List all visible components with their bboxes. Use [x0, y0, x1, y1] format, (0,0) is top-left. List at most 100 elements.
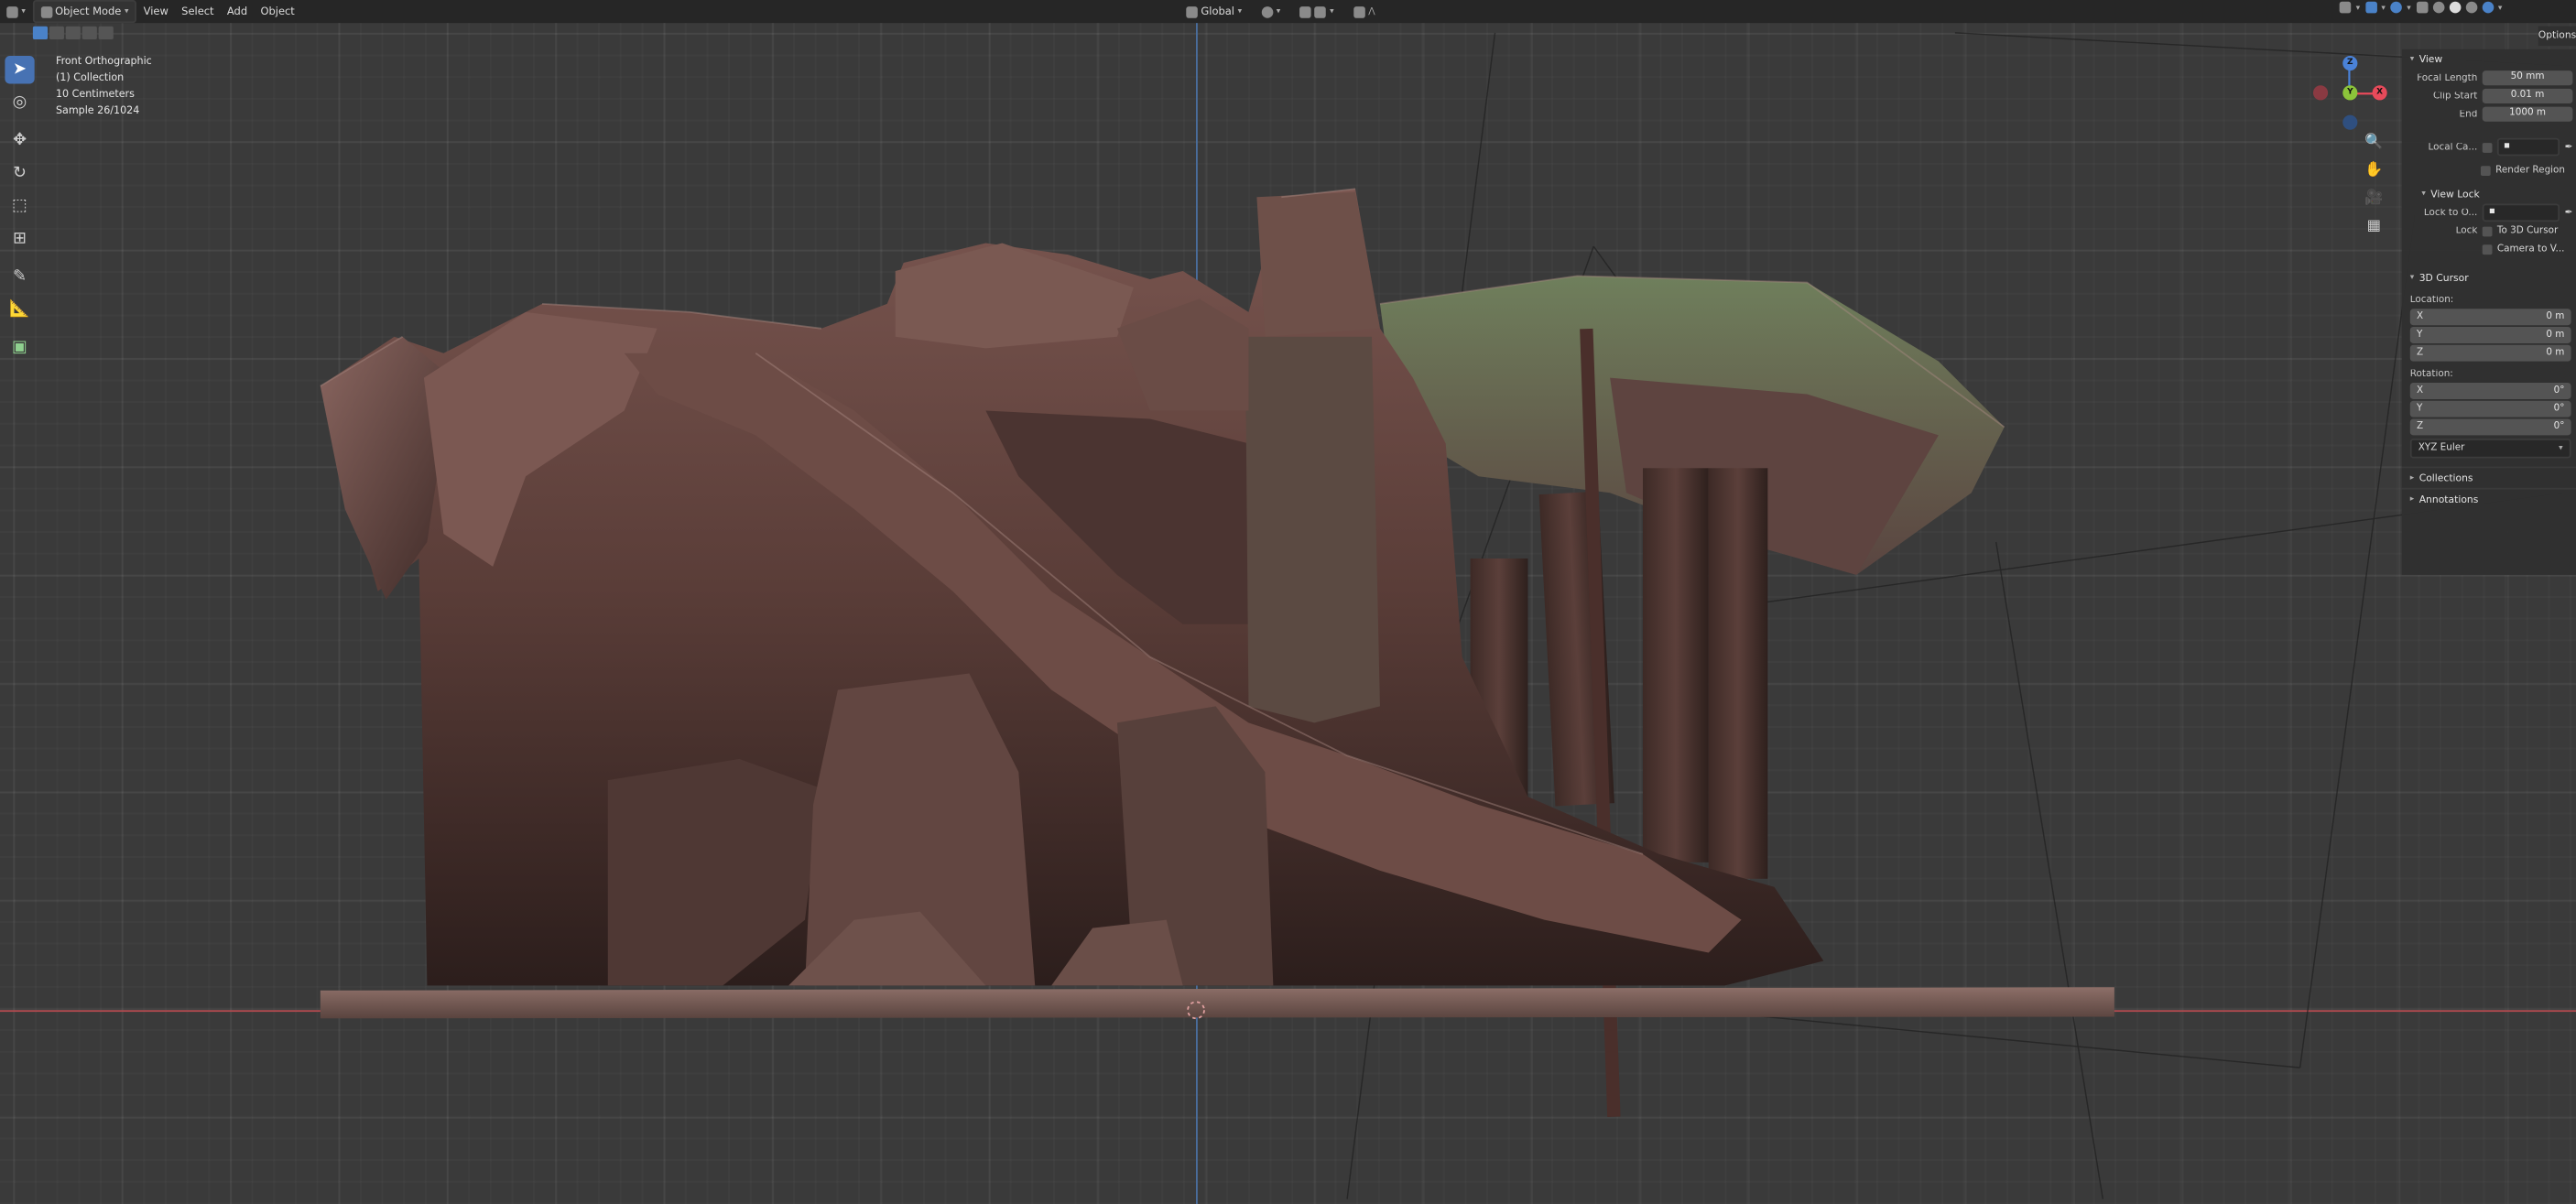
gizmo-toggle-icon[interactable]	[2364, 1, 2377, 14]
annotate-tool[interactable]: ✎	[5, 263, 34, 290]
select-invert-icon[interactable]	[82, 26, 97, 40]
menu-select[interactable]: Select	[175, 2, 221, 22]
eyedropper-icon[interactable]: ✒	[2565, 142, 2573, 152]
annotations-title: Annotations	[2418, 494, 2479, 505]
add-cube-tool[interactable]: ▣	[5, 333, 34, 361]
mode-dropdown[interactable]: Object Mode ▾	[32, 0, 137, 24]
expand-right-icon: ▸	[2409, 494, 2415, 504]
cursor-location-y[interactable]: Y 0 m	[2409, 327, 2571, 343]
add-cube-icon: ▣	[12, 338, 27, 357]
to-3d-cursor-label: To 3D Cursor	[2496, 225, 2559, 236]
lock-to-object-label: Lock to O...	[2423, 207, 2478, 218]
clip-end-label: End	[2459, 109, 2478, 120]
zoom-icon[interactable]: 🔍	[2363, 132, 2386, 155]
ortho-grid-icon[interactable]: ▦	[2363, 215, 2386, 238]
axis-value: 0°	[2553, 385, 2565, 396]
clip-start-field[interactable]: 0.01 m	[2482, 88, 2573, 104]
gizmo-neg-x-axis[interactable]	[2312, 85, 2329, 101]
camera-view-icon[interactable]: 🎥	[2363, 188, 2386, 211]
pan-hand-icon[interactable]: ✋	[2363, 159, 2386, 182]
cursor-rotation-y[interactable]: Y 0°	[2409, 400, 2571, 418]
axis-label: X	[2416, 385, 2424, 396]
overlays-toggle-icon[interactable]	[2390, 1, 2402, 14]
visibility-icon[interactable]	[2339, 1, 2352, 14]
move-tool[interactable]: ✥	[5, 126, 34, 154]
magnet-icon	[1299, 5, 1312, 17]
rotation-mode-dropdown[interactable]: XYZ Euler ▾	[2409, 438, 2571, 459]
editor-type-icon	[6, 5, 18, 17]
xray-toggle-icon[interactable]	[2416, 1, 2428, 14]
options-tab[interactable]: Options	[2538, 26, 2576, 47]
selection-mode-bar	[32, 26, 114, 40]
viewport-header: ▾ Object Mode ▾ View Select Add Object Gl…	[0, 0, 2576, 24]
annotations-section-header[interactable]: ▸ Annotations	[2401, 487, 2576, 509]
menu-view[interactable]: View	[136, 2, 175, 22]
3d-cursor-title: 3D Cursor	[2418, 271, 2469, 284]
gizmo-x-axis[interactable]: X	[2372, 85, 2387, 101]
shading-solid-icon[interactable]	[2449, 1, 2461, 14]
lock-to-3d-cursor-checkbox[interactable]	[2482, 225, 2493, 236]
cursor-arrow-icon: ➤	[12, 60, 27, 80]
axis-value: 0°	[2553, 422, 2565, 432]
rock-ruin-model	[320, 32, 2563, 1199]
axis-value: 0 m	[2546, 330, 2565, 341]
menu-add[interactable]: Add	[221, 2, 255, 22]
scale-icon: ⬚	[12, 197, 27, 216]
eyedropper-icon[interactable]: ✒	[2565, 208, 2573, 218]
mode-label: Object Mode	[55, 5, 122, 18]
select-extend-icon[interactable]	[49, 26, 64, 40]
editor-type-button[interactable]: ▾	[0, 2, 32, 22]
focal-length-field[interactable]: 50 mm	[2482, 71, 2573, 86]
gizmo-y-axis[interactable]: Y	[2342, 85, 2358, 101]
transform-orientation-dropdown[interactable]: Global ▾	[1179, 2, 1248, 22]
navigation-gizmo[interactable]: Z Y X	[2307, 52, 2392, 137]
cursor-location-z[interactable]: Z 0 m	[2409, 344, 2571, 362]
collections-section-header[interactable]: ▸ Collections	[2401, 466, 2576, 487]
3d-viewport[interactable]	[0, 0, 2576, 1204]
orientation-icon	[1186, 5, 1198, 17]
rotate-tool[interactable]: ↻	[5, 159, 34, 187]
cursor-rotation-z[interactable]: Z 0°	[2409, 418, 2571, 436]
axis-label: Y	[2416, 330, 2423, 341]
gizmo-neg-z-axis[interactable]	[2342, 114, 2358, 130]
select-box-tool[interactable]: ➤	[5, 55, 35, 84]
local-camera-field[interactable]: ▪	[2496, 137, 2560, 157]
cursor-rotation-x[interactable]: X 0°	[2409, 383, 2571, 399]
proportional-edit-toggle[interactable]: ⋀	[1347, 2, 1382, 22]
3d-cursor-section-header[interactable]: ▾ 3D Cursor	[2402, 267, 2576, 287]
orientation-label: Global	[1201, 5, 1234, 18]
camera-to-view-checkbox[interactable]	[2482, 244, 2493, 255]
shading-rendered-icon[interactable]	[2481, 1, 2494, 14]
cursor-location-x[interactable]: X 0 m	[2409, 309, 2571, 326]
select-intersect-icon[interactable]	[98, 26, 114, 40]
snap-toggle[interactable]: ▾	[1294, 2, 1341, 22]
rotate-icon: ↻	[12, 164, 27, 183]
render-region-checkbox[interactable]	[2480, 165, 2491, 176]
shading-material-icon[interactable]	[2464, 1, 2477, 14]
clip-end-field[interactable]: 1000 m	[2482, 106, 2573, 122]
navigation-buttons: 🔍 ✋ 🎥 ▦	[2363, 132, 2389, 244]
render-region-label: Render Region	[2495, 165, 2566, 176]
pivot-icon	[1261, 5, 1274, 17]
tool-shelf: ➤ ◎ ✥ ↻ ⬚ ⊞ ✎ 📐 ▣	[5, 55, 38, 366]
axis-value: 0 m	[2546, 348, 2565, 359]
view-lock-header[interactable]: ▾ View Lock	[2402, 184, 2576, 204]
pivot-point-dropdown[interactable]: ▾	[1255, 2, 1287, 22]
view-lock-title: View Lock	[2430, 188, 2480, 200]
measure-tool[interactable]: 📐	[5, 296, 34, 323]
scale-tool[interactable]: ⬚	[5, 192, 34, 220]
menu-object[interactable]: Object	[254, 2, 301, 22]
gizmo-z-axis[interactable]: Z	[2342, 55, 2358, 71]
local-camera-checkbox[interactable]	[2482, 142, 2493, 152]
select-new-icon[interactable]	[32, 26, 49, 40]
axis-value: 0 m	[2546, 311, 2565, 322]
view-section-header[interactable]: ▾ View	[2402, 49, 2576, 70]
transform-tool[interactable]: ⊞	[5, 225, 34, 253]
select-subtract-icon[interactable]	[65, 26, 81, 40]
lock-to-object-field[interactable]: ▪	[2482, 203, 2560, 222]
cursor-tool[interactable]: ◎	[5, 89, 34, 116]
shading-wireframe-icon[interactable]	[2432, 1, 2444, 14]
rotation-mode-value: XYZ Euler	[2418, 443, 2465, 454]
axis-label: Y	[2416, 404, 2423, 415]
axis-label: Z	[2416, 422, 2424, 432]
